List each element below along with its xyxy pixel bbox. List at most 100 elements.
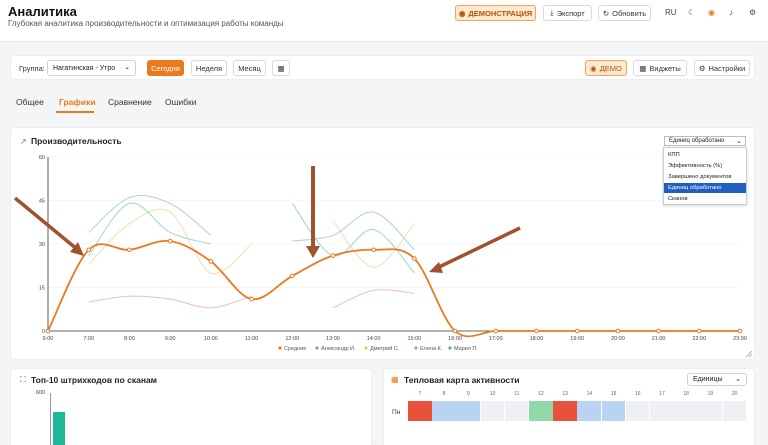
- metric-option[interactable]: Эффективность (%): [664, 161, 746, 171]
- x-tick-label: 16:00: [448, 336, 462, 342]
- x-tick-label: 6:00: [43, 336, 54, 342]
- heatmap-hour-label: 18: [683, 391, 689, 397]
- heatmap-hour-label: 12: [538, 391, 544, 397]
- data-point[interactable]: [452, 328, 458, 334]
- series-line: [291, 203, 415, 274]
- annotation-arrowhead: [306, 246, 320, 258]
- heatmap-cell[interactable]: [650, 401, 674, 421]
- heatmap-hour-label: 8: [442, 391, 446, 397]
- x-tick-label: 15:00: [407, 336, 421, 342]
- heatmap-hour-label: 19: [707, 391, 714, 397]
- x-tick-label: 20:00: [611, 336, 625, 342]
- heatmap-cell[interactable]: [480, 401, 505, 421]
- legend-item[interactable]: Мария П.: [454, 346, 478, 352]
- x-tick-label: 11:00: [245, 336, 258, 342]
- data-point[interactable]: [208, 259, 214, 264]
- data-point[interactable]: [45, 328, 51, 334]
- metric-option[interactable]: Сканов: [664, 194, 746, 204]
- heatmap-cell[interactable]: [698, 401, 722, 421]
- data-point[interactable]: [737, 328, 743, 334]
- chevron-down-icon: ⌄: [735, 376, 741, 383]
- y-tick-label: 30: [39, 242, 45, 248]
- metric-select-value: Единиц обработано: [669, 138, 725, 144]
- series-line: [88, 195, 212, 236]
- heatmap-cell[interactable]: [504, 401, 529, 421]
- data-point[interactable]: [371, 247, 376, 253]
- calendar-icon: ▦: [391, 375, 399, 384]
- legend-marker: [448, 346, 452, 350]
- data-point[interactable]: [289, 273, 295, 279]
- legend-item[interactable]: Средние: [284, 346, 306, 352]
- data-point[interactable]: [249, 296, 254, 302]
- x-tick-label: 21:00: [652, 336, 666, 342]
- y-tick-label: 0: [42, 329, 45, 335]
- y-tick-label: 45: [39, 199, 45, 205]
- data-point[interactable]: [534, 328, 539, 334]
- heatmap-title: Тепловая карта активности: [404, 375, 520, 385]
- heatmap-cell[interactable]: [674, 401, 698, 421]
- data-point[interactable]: [127, 247, 132, 253]
- data-point[interactable]: [656, 328, 661, 334]
- heatmap-hour-label: 14: [586, 391, 593, 397]
- metric-option[interactable]: Завершено документов: [664, 172, 746, 182]
- heatmap-hour-label: 9: [467, 391, 470, 397]
- heatmap-cell[interactable]: [722, 401, 747, 421]
- heatmap-hour-label: 17: [659, 391, 665, 397]
- x-tick-label: 14:00: [367, 336, 381, 342]
- data-point[interactable]: [493, 328, 499, 334]
- x-tick-label: 17:00: [489, 336, 503, 342]
- heatmap-hour-label: 10: [489, 391, 496, 397]
- data-point[interactable]: [167, 238, 173, 244]
- data-point[interactable]: [615, 328, 621, 334]
- heatmap-cell[interactable]: [553, 401, 577, 421]
- legend-item[interactable]: Александр И.: [321, 346, 356, 352]
- heatmap-cell[interactable]: [456, 401, 480, 421]
- metric-select[interactable]: Единиц обработано ⌄: [664, 136, 746, 146]
- heatmap-cell[interactable]: [432, 401, 456, 421]
- x-tick-label: 22:00: [692, 336, 706, 342]
- resize-handle[interactable]: [745, 350, 753, 358]
- heatmap-cell[interactable]: [408, 401, 432, 421]
- data-point[interactable]: [330, 253, 336, 258]
- heatmap-cell[interactable]: [601, 401, 626, 421]
- data-point[interactable]: [696, 328, 702, 334]
- series-line-average: [47, 239, 740, 338]
- data-point[interactable]: [574, 328, 580, 334]
- heatmap-hour-label: 15: [610, 391, 617, 397]
- heatmap-hour-label: 13: [562, 391, 568, 397]
- heatmap-hour-label: 16: [635, 391, 641, 397]
- legend-marker: [278, 346, 282, 350]
- heatmap-hour-label: 20: [731, 391, 738, 397]
- barcodes-y-tick: 600: [36, 390, 46, 396]
- heatmap-hour-label: 11: [514, 391, 520, 397]
- legend-item[interactable]: Дмитрий С.: [370, 345, 400, 352]
- series-line: [332, 289, 415, 309]
- legend-marker: [414, 346, 418, 350]
- heatmap-cell[interactable]: [577, 401, 601, 421]
- annotation-arrowhead: [429, 262, 443, 273]
- series-line: [88, 295, 252, 309]
- y-tick-label: 15: [39, 286, 45, 292]
- x-tick-label: 10:00: [204, 336, 218, 342]
- barcode-bar: [53, 412, 65, 445]
- data-point[interactable]: [412, 256, 417, 261]
- x-tick-label: 23:00: [733, 336, 747, 342]
- metric-option[interactable]: КПП: [664, 150, 746, 160]
- legend-marker: [315, 346, 319, 350]
- x-tick-label: 18:00: [530, 336, 544, 342]
- heatmap-cell[interactable]: [625, 401, 650, 421]
- annotation-arrow: [436, 226, 521, 270]
- x-tick-label: 19:00: [570, 336, 584, 342]
- heatmap-cell[interactable]: [529, 401, 553, 421]
- barcode-icon: ⛶: [20, 375, 26, 384]
- data-point[interactable]: [86, 247, 92, 253]
- x-tick-label: 9:00: [165, 336, 176, 342]
- legend-item[interactable]: Елена К.: [420, 346, 443, 352]
- heatmap-hour-label: 7: [418, 391, 422, 397]
- x-tick-label: 8:00: [124, 336, 135, 342]
- metric-options-list: КПП Эффективность (%) Завершено документ…: [663, 147, 747, 205]
- barcodes-y-axis: [50, 393, 51, 445]
- annotation-arrow: [13, 196, 80, 252]
- heatmap-unit-select[interactable]: Единицы ⌄: [687, 373, 747, 386]
- metric-option-selected[interactable]: Единиц обработано: [664, 183, 746, 193]
